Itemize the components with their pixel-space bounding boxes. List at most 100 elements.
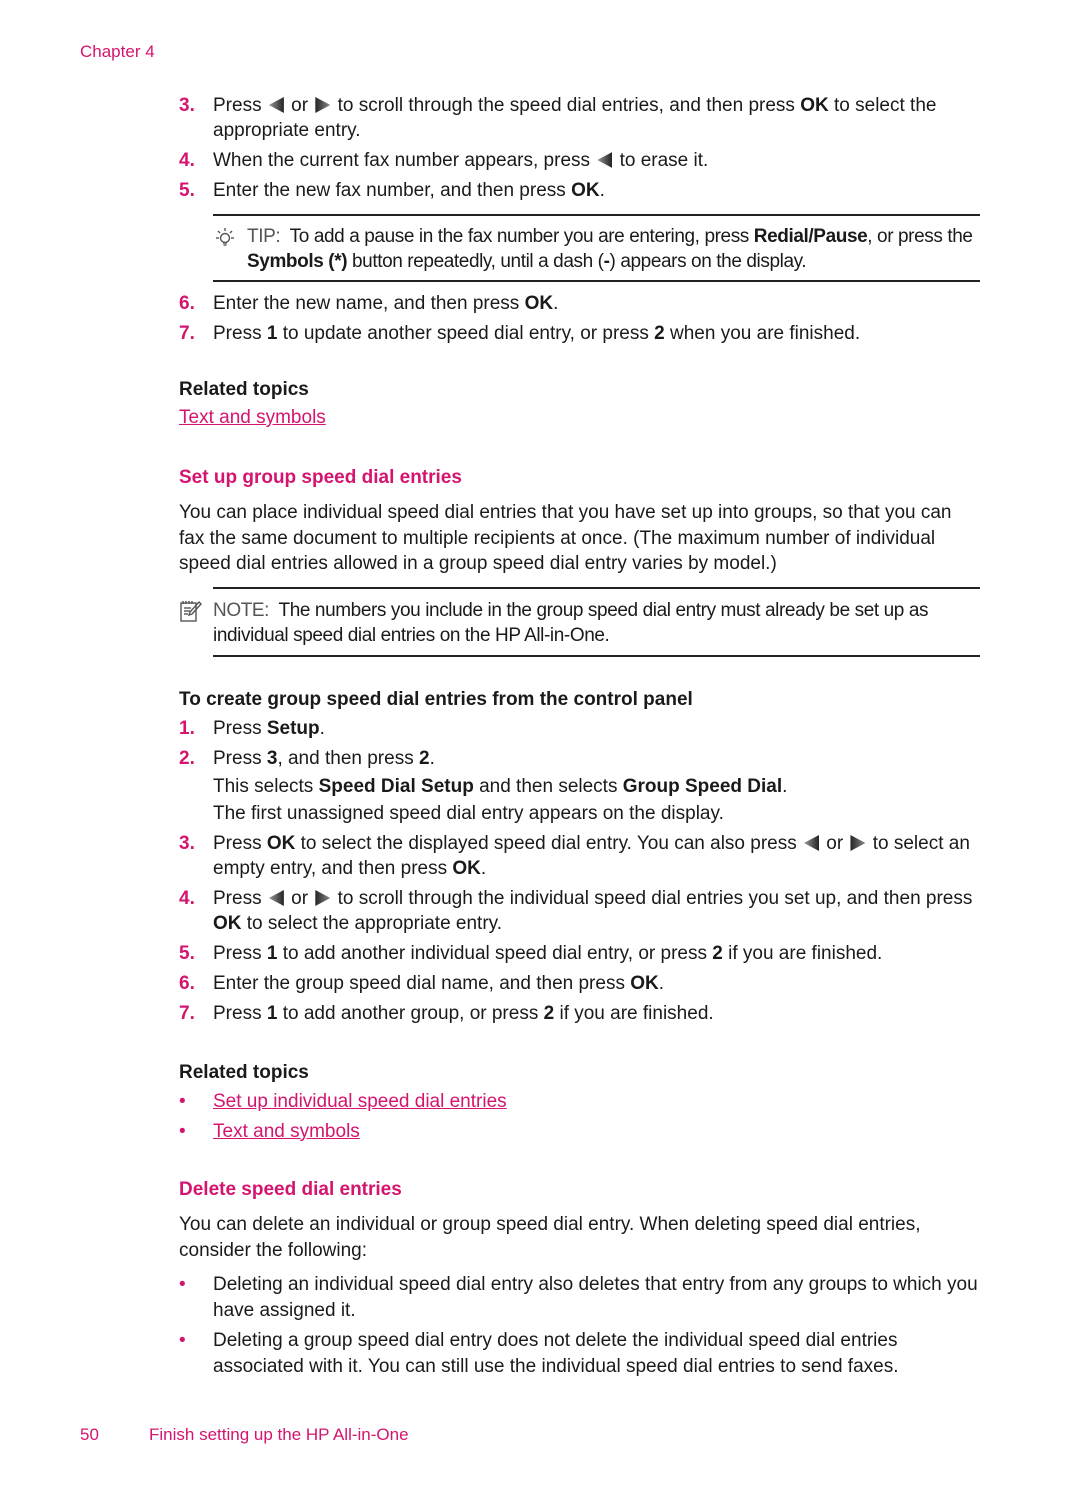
- tip-label: TIP:: [247, 226, 281, 247]
- key-label: OK: [452, 858, 481, 879]
- note-box: NOTE: The numbers you include in the gro…: [180, 587, 980, 657]
- step: 6. Enter the new name, and then press OK.: [179, 291, 980, 316]
- key-label: 2: [418, 748, 430, 769]
- section-intro: You can place individual speed dial entr…: [179, 502, 952, 574]
- step: 1. Press Setup.: [179, 716, 980, 741]
- key-label: OK: [213, 913, 242, 934]
- chapter-header: Chapter 4: [80, 42, 155, 61]
- note-text: NOTE: The numbers you include in the gro…: [213, 600, 929, 646]
- related-link-item: • Set up individual speed dial entries: [179, 1091, 507, 1112]
- step: 3. Press OK to select the displayed speed…: [179, 831, 980, 881]
- step-number: 1.: [179, 718, 195, 739]
- related-topics-1: Related topics Text and symbols: [179, 379, 980, 429]
- step-number: 7.: [179, 1003, 195, 1024]
- right-arrow-icon: [315, 97, 331, 113]
- step: 4. When the current fax number appears, p…: [179, 148, 980, 173]
- step-text: Press or to scroll through the speed dia…: [213, 95, 937, 141]
- step-detail: This selects Speed Dial Setup and then s…: [213, 776, 788, 797]
- procedure: To create group speed dial entries from …: [179, 689, 980, 1026]
- key-label: 2: [543, 1003, 555, 1024]
- section-heading: Set up group speed dial entries: [179, 467, 462, 488]
- key-label: OK: [524, 293, 554, 314]
- procedure-steps: 1. Press Setup. 2. Press 3, and then press …: [179, 716, 980, 1026]
- step: 3. Press or to scroll through the speed d…: [179, 93, 980, 143]
- page-footer: 50 Finish setting up the HP All-in-One: [80, 1425, 409, 1445]
- left-arrow-icon: [268, 97, 284, 113]
- step-number: 3.: [179, 95, 195, 116]
- related-topics-heading: Related topics: [179, 1062, 309, 1083]
- key-label: Redial/Pause: [753, 226, 868, 247]
- step-number: 4.: [179, 888, 195, 909]
- step-text: Enter the group speed dial name, and the…: [213, 973, 665, 994]
- step-number: 3.: [179, 833, 195, 854]
- step-text: Press 1 to add another individual speed …: [213, 943, 883, 964]
- step-text: Press or to scroll through the individua…: [213, 888, 973, 934]
- key-label: Setup: [266, 718, 320, 739]
- step-number: 5.: [179, 943, 195, 964]
- step-text: When the current fax number appears, pre…: [213, 150, 709, 171]
- note-label: NOTE:: [213, 600, 270, 621]
- section-group-speed-dial: Set up group speed dial entries You can …: [179, 467, 980, 577]
- list-item: • Deleting a group speed dial entry does…: [179, 1330, 899, 1377]
- steps-top-2: 6. Enter the new name, and then press OK.…: [179, 291, 980, 346]
- page-number: 50: [80, 1425, 99, 1444]
- step: 7. Press 1 to update another speed dial e…: [179, 321, 980, 346]
- step: 6. Enter the group speed dial name, and t…: [179, 971, 980, 996]
- left-arrow-icon: [804, 835, 819, 851]
- key-label: Speed Dial Setup: [318, 776, 474, 797]
- section-intro: You can delete an individual or group sp…: [179, 1214, 921, 1261]
- related-link-item: • Text and symbols: [179, 1120, 360, 1142]
- link-text-and-symbols[interactable]: Text and symbols: [179, 407, 326, 428]
- step-text: Press Setup.: [213, 718, 325, 739]
- step-number: 6.: [179, 293, 195, 314]
- key-label: OK: [571, 180, 600, 201]
- key-label: 2: [712, 943, 723, 964]
- key-label: 1: [266, 323, 278, 344]
- related-topics-2: Related topics • Set up individual speed…: [179, 1062, 980, 1144]
- step-text: Enter the new name, and then press OK.: [213, 293, 559, 314]
- procedure-heading: To create group speed dial entries from …: [179, 689, 693, 710]
- step-detail: The first unassigned speed dial entry ap…: [213, 803, 724, 824]
- list-item: • Deleting an individual speed dial entr…: [179, 1274, 978, 1321]
- step-text: Enter the new fax number, and then press…: [213, 180, 605, 201]
- tip-box: TIP: To add a pause in the fax number yo…: [213, 214, 980, 282]
- link-set-up-individual-speed-dial[interactable]: Set up individual speed dial entries: [213, 1091, 507, 1112]
- step-text: Press 3, and then press 2.: [213, 748, 435, 769]
- right-arrow-icon: [315, 890, 331, 906]
- right-arrow-icon: [850, 835, 866, 851]
- step-text: Press 1 to add another group, or press 2…: [213, 1003, 714, 1024]
- step: 5. Press 1 to add another individual spee…: [179, 941, 980, 966]
- step: 5. Enter the new fax number, and then pre…: [179, 178, 980, 203]
- step-number: 6.: [179, 973, 195, 994]
- step-number: 7.: [179, 323, 195, 344]
- step: 4. Press or to scroll through the individ…: [179, 886, 980, 936]
- key-label: 3: [266, 748, 278, 769]
- left-arrow-icon: [268, 890, 284, 906]
- key-label: Symbols (*): [247, 251, 348, 272]
- step: 7. Press 1 to add another group, or press…: [179, 1001, 980, 1026]
- key-label: 1: [266, 943, 278, 964]
- key-label: 1: [266, 1003, 278, 1024]
- left-arrow-icon: [597, 152, 613, 168]
- step: 2. Press 3, and then press 2. This selects…: [179, 746, 980, 826]
- key-label: -: [603, 251, 610, 272]
- key-label: OK: [266, 833, 296, 854]
- steps-top: 3. Press or to scroll through the speed d…: [179, 93, 980, 203]
- section-delete-speed-dial: Delete speed dial entries You can delete…: [179, 1179, 980, 1379]
- section-heading: Delete speed dial entries: [179, 1179, 402, 1200]
- footer-title: Finish setting up the HP All-in-One: [149, 1425, 409, 1444]
- key-label: OK: [800, 95, 829, 116]
- note-icon: [180, 600, 202, 622]
- step-number: 5.: [179, 180, 195, 201]
- related-topics-heading: Related topics: [179, 379, 309, 400]
- tip-text: TIP: To add a pause in the fax number yo…: [247, 226, 973, 272]
- key-label: 2: [654, 323, 665, 344]
- lightbulb-icon: [216, 228, 234, 246]
- link-text-and-symbols[interactable]: Text and symbols: [213, 1121, 360, 1142]
- key-label: Group Speed Dial: [622, 776, 783, 797]
- step-number: 2.: [179, 748, 195, 769]
- step-text: Press OK to select the displayed speed d…: [213, 833, 970, 879]
- key-label: OK: [630, 973, 659, 994]
- step-number: 4.: [179, 150, 195, 171]
- step-text: Press 1 to update another speed dial ent…: [213, 323, 861, 344]
